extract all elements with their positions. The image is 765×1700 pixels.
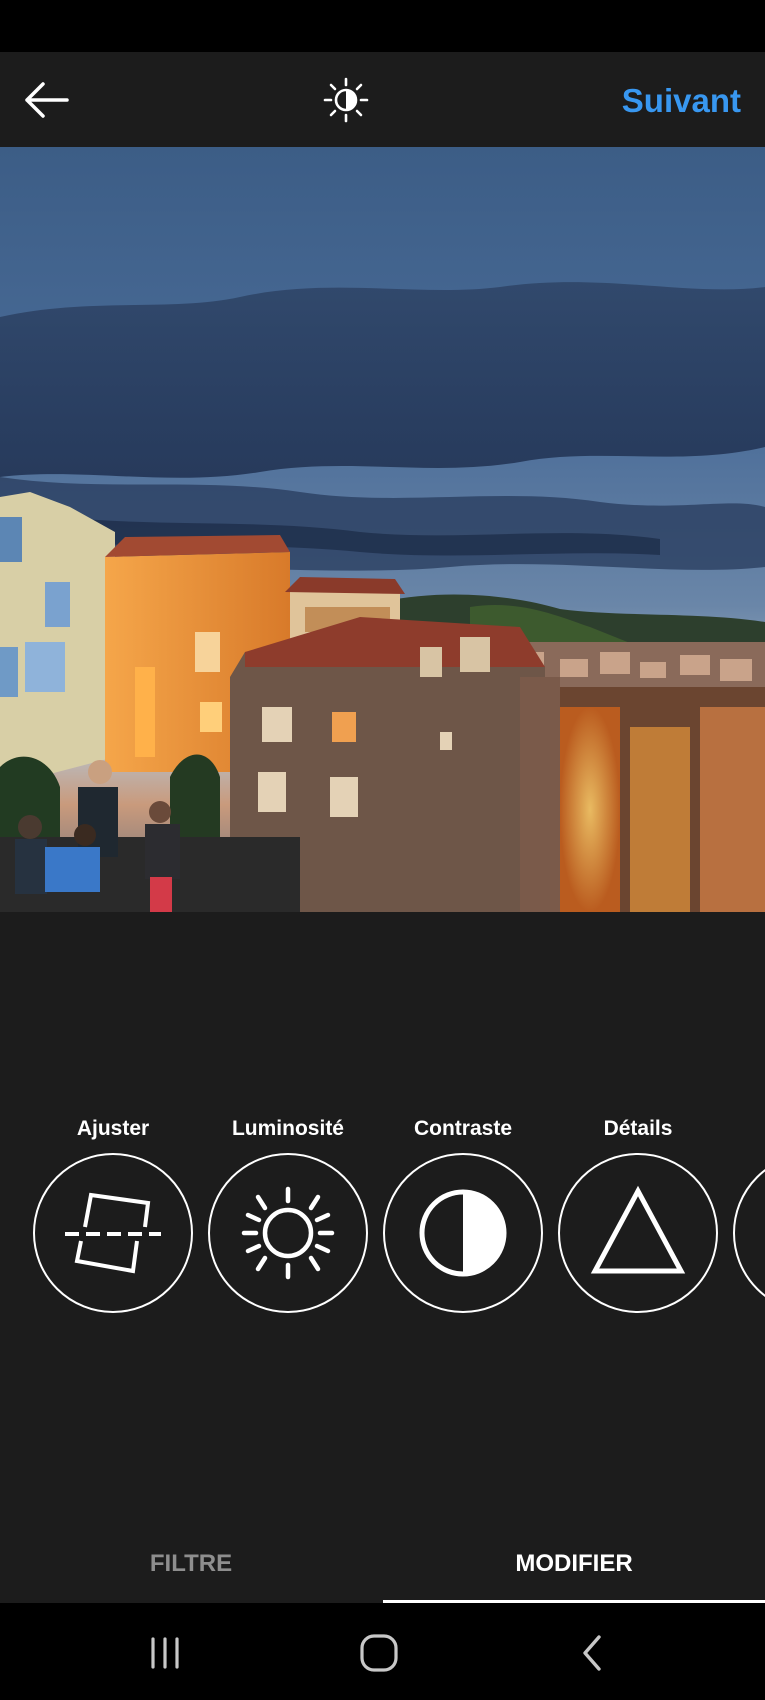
- tool-adjust[interactable]: Ajuster: [32, 1110, 194, 1320]
- partial-tool-icon: [733, 1153, 765, 1313]
- top-app-bar: Suivant: [0, 52, 765, 147]
- tab-edit[interactable]: MODIFIER: [383, 1525, 765, 1603]
- tool-circle-contrast: [383, 1153, 543, 1313]
- nav-back-icon: [583, 1635, 601, 1671]
- adjust-icon: [65, 1192, 161, 1274]
- tools-row: Ajuster Luminosité Contraste Détails: [0, 1110, 765, 1320]
- photo-preview: [0, 147, 765, 912]
- tool-details[interactable]: Détails: [557, 1110, 719, 1320]
- next-button[interactable]: Suivant: [622, 78, 741, 124]
- bottom-tabs: FILTRE MODIFIER: [0, 1525, 765, 1603]
- tool-brightness[interactable]: Luminosité: [207, 1110, 369, 1320]
- contrast-icon: [419, 1189, 507, 1277]
- arrow-left-icon: [25, 82, 69, 118]
- details-icon: [590, 1185, 686, 1274]
- tool-circle-adjust: [33, 1153, 193, 1313]
- tool-label-details: Détails: [603, 1117, 673, 1140]
- system-nav-bar: [0, 1603, 765, 1700]
- tab-filter[interactable]: FILTRE: [0, 1525, 382, 1603]
- recents-icon: [151, 1637, 179, 1669]
- status-bar: [0, 0, 765, 52]
- recents-button[interactable]: [130, 1625, 200, 1681]
- lux-button[interactable]: [318, 72, 374, 128]
- tool-circle-brightness: [208, 1153, 368, 1313]
- brightness-icon: [241, 1186, 335, 1280]
- lux-sun-icon: [323, 77, 369, 123]
- tool-contrast[interactable]: Contraste: [382, 1110, 544, 1320]
- nav-back-button[interactable]: [558, 1625, 628, 1681]
- photo-image: [0, 147, 765, 912]
- back-button[interactable]: [18, 72, 74, 128]
- tool-label-adjust: Ajuster: [76, 1117, 150, 1140]
- home-button[interactable]: [344, 1625, 414, 1681]
- home-icon: [360, 1634, 398, 1672]
- tool-label-brightness: Luminosité: [231, 1117, 344, 1140]
- app-screen: Suivant Ajuster Luminosité Contraste Dét…: [0, 0, 765, 1700]
- tool-next-partial[interactable]: [732, 1110, 765, 1320]
- tool-label-contrast: Contraste: [413, 1117, 513, 1140]
- tool-circle-details: [558, 1153, 718, 1313]
